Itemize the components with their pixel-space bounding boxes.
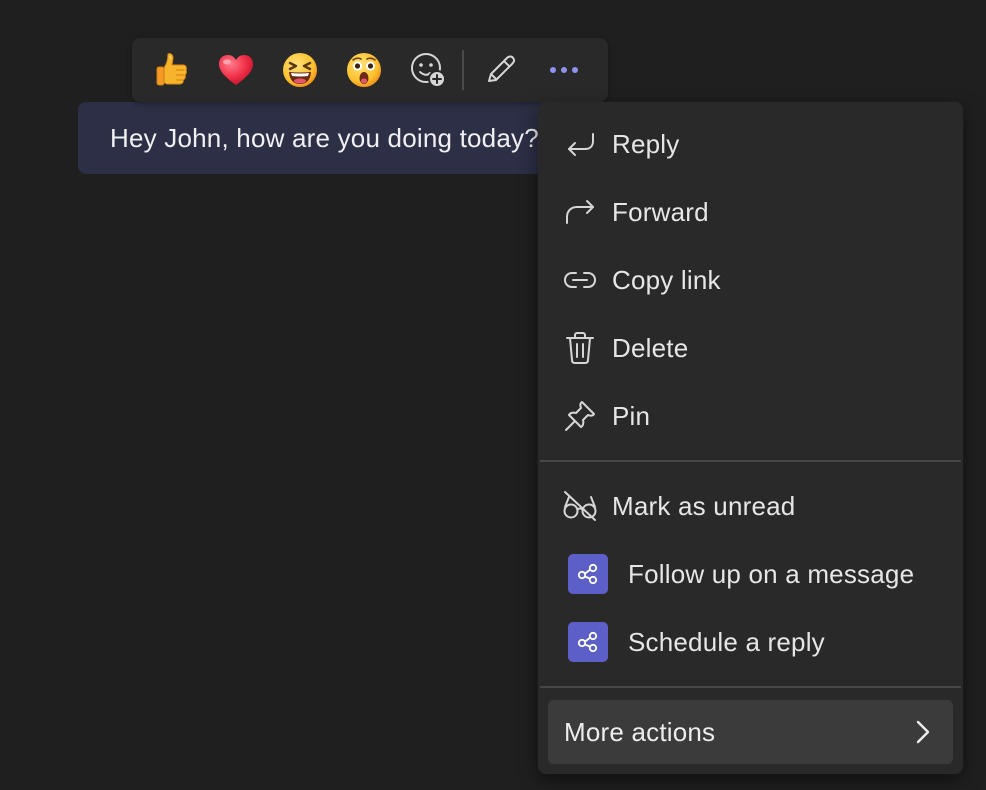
more-options-button[interactable]	[542, 48, 586, 92]
menu-item-label: Pin	[612, 400, 651, 431]
trash-icon	[562, 330, 598, 366]
message-text: Hey John, how are you doing today?	[110, 122, 539, 153]
app-icon	[568, 554, 608, 594]
forward-arrow-icon	[562, 194, 598, 230]
menu-item-delete[interactable]: Delete	[538, 314, 963, 382]
share-nodes-icon	[577, 631, 598, 653]
more-actions-button[interactable]: More actions	[548, 700, 953, 764]
thumbs-up-icon	[156, 53, 187, 86]
link-icon	[562, 262, 598, 298]
menu-divider	[540, 460, 961, 462]
pencil-icon	[488, 55, 516, 82]
surprised-face-icon	[347, 53, 381, 87]
chat-canvas: Hey John, how are you doing today? Reply…	[0, 0, 986, 790]
more-reactions-button[interactable]	[406, 48, 450, 92]
menu-item-label: Schedule a reply	[628, 626, 825, 657]
more-options-icon	[550, 67, 578, 73]
menu-item-label: Mark as unread	[612, 490, 796, 521]
menu-item-follow-up[interactable]: Follow up on a message	[538, 540, 963, 608]
reaction-surprised-button[interactable]	[342, 48, 386, 92]
menu-item-label: Follow up on a message	[628, 558, 915, 589]
menu-item-schedule-reply[interactable]: Schedule a reply	[538, 608, 963, 676]
reaction-toolbar	[132, 38, 608, 102]
laughing-face-icon	[283, 53, 317, 87]
menu-divider	[540, 686, 961, 688]
menu-item-mark-unread[interactable]: Mark as unread	[538, 472, 963, 540]
menu-item-label: Reply	[612, 128, 680, 159]
app-icon	[568, 622, 608, 662]
reaction-heart-button[interactable]	[214, 48, 258, 92]
menu-item-label: Copy link	[612, 264, 721, 295]
toolbar-divider	[462, 50, 464, 90]
more-actions-label: More actions	[564, 716, 716, 747]
reaction-like-button[interactable]	[150, 48, 194, 92]
menu-item-copy-link[interactable]: Copy link	[538, 246, 963, 314]
reaction-laugh-button[interactable]	[278, 48, 322, 92]
heart-icon	[219, 55, 253, 85]
pin-icon	[562, 398, 598, 434]
chevron-right-icon	[911, 718, 935, 746]
menu-item-label: Forward	[612, 196, 709, 227]
add-reaction-icon	[411, 53, 446, 88]
menu-item-pin[interactable]: Pin	[538, 382, 963, 450]
menu-item-label: Delete	[612, 332, 689, 363]
reply-arrow-icon	[562, 126, 598, 162]
glasses-off-icon	[562, 488, 598, 524]
menu-item-reply[interactable]: Reply	[538, 110, 963, 178]
edit-message-button[interactable]	[478, 48, 522, 92]
message-bubble[interactable]: Hey John, how are you doing today?	[78, 102, 598, 174]
menu-item-forward[interactable]: Forward	[538, 178, 963, 246]
share-nodes-icon	[577, 563, 598, 585]
message-context-menu: Reply Forward Copy link Delete Pin Mark …	[538, 102, 963, 774]
